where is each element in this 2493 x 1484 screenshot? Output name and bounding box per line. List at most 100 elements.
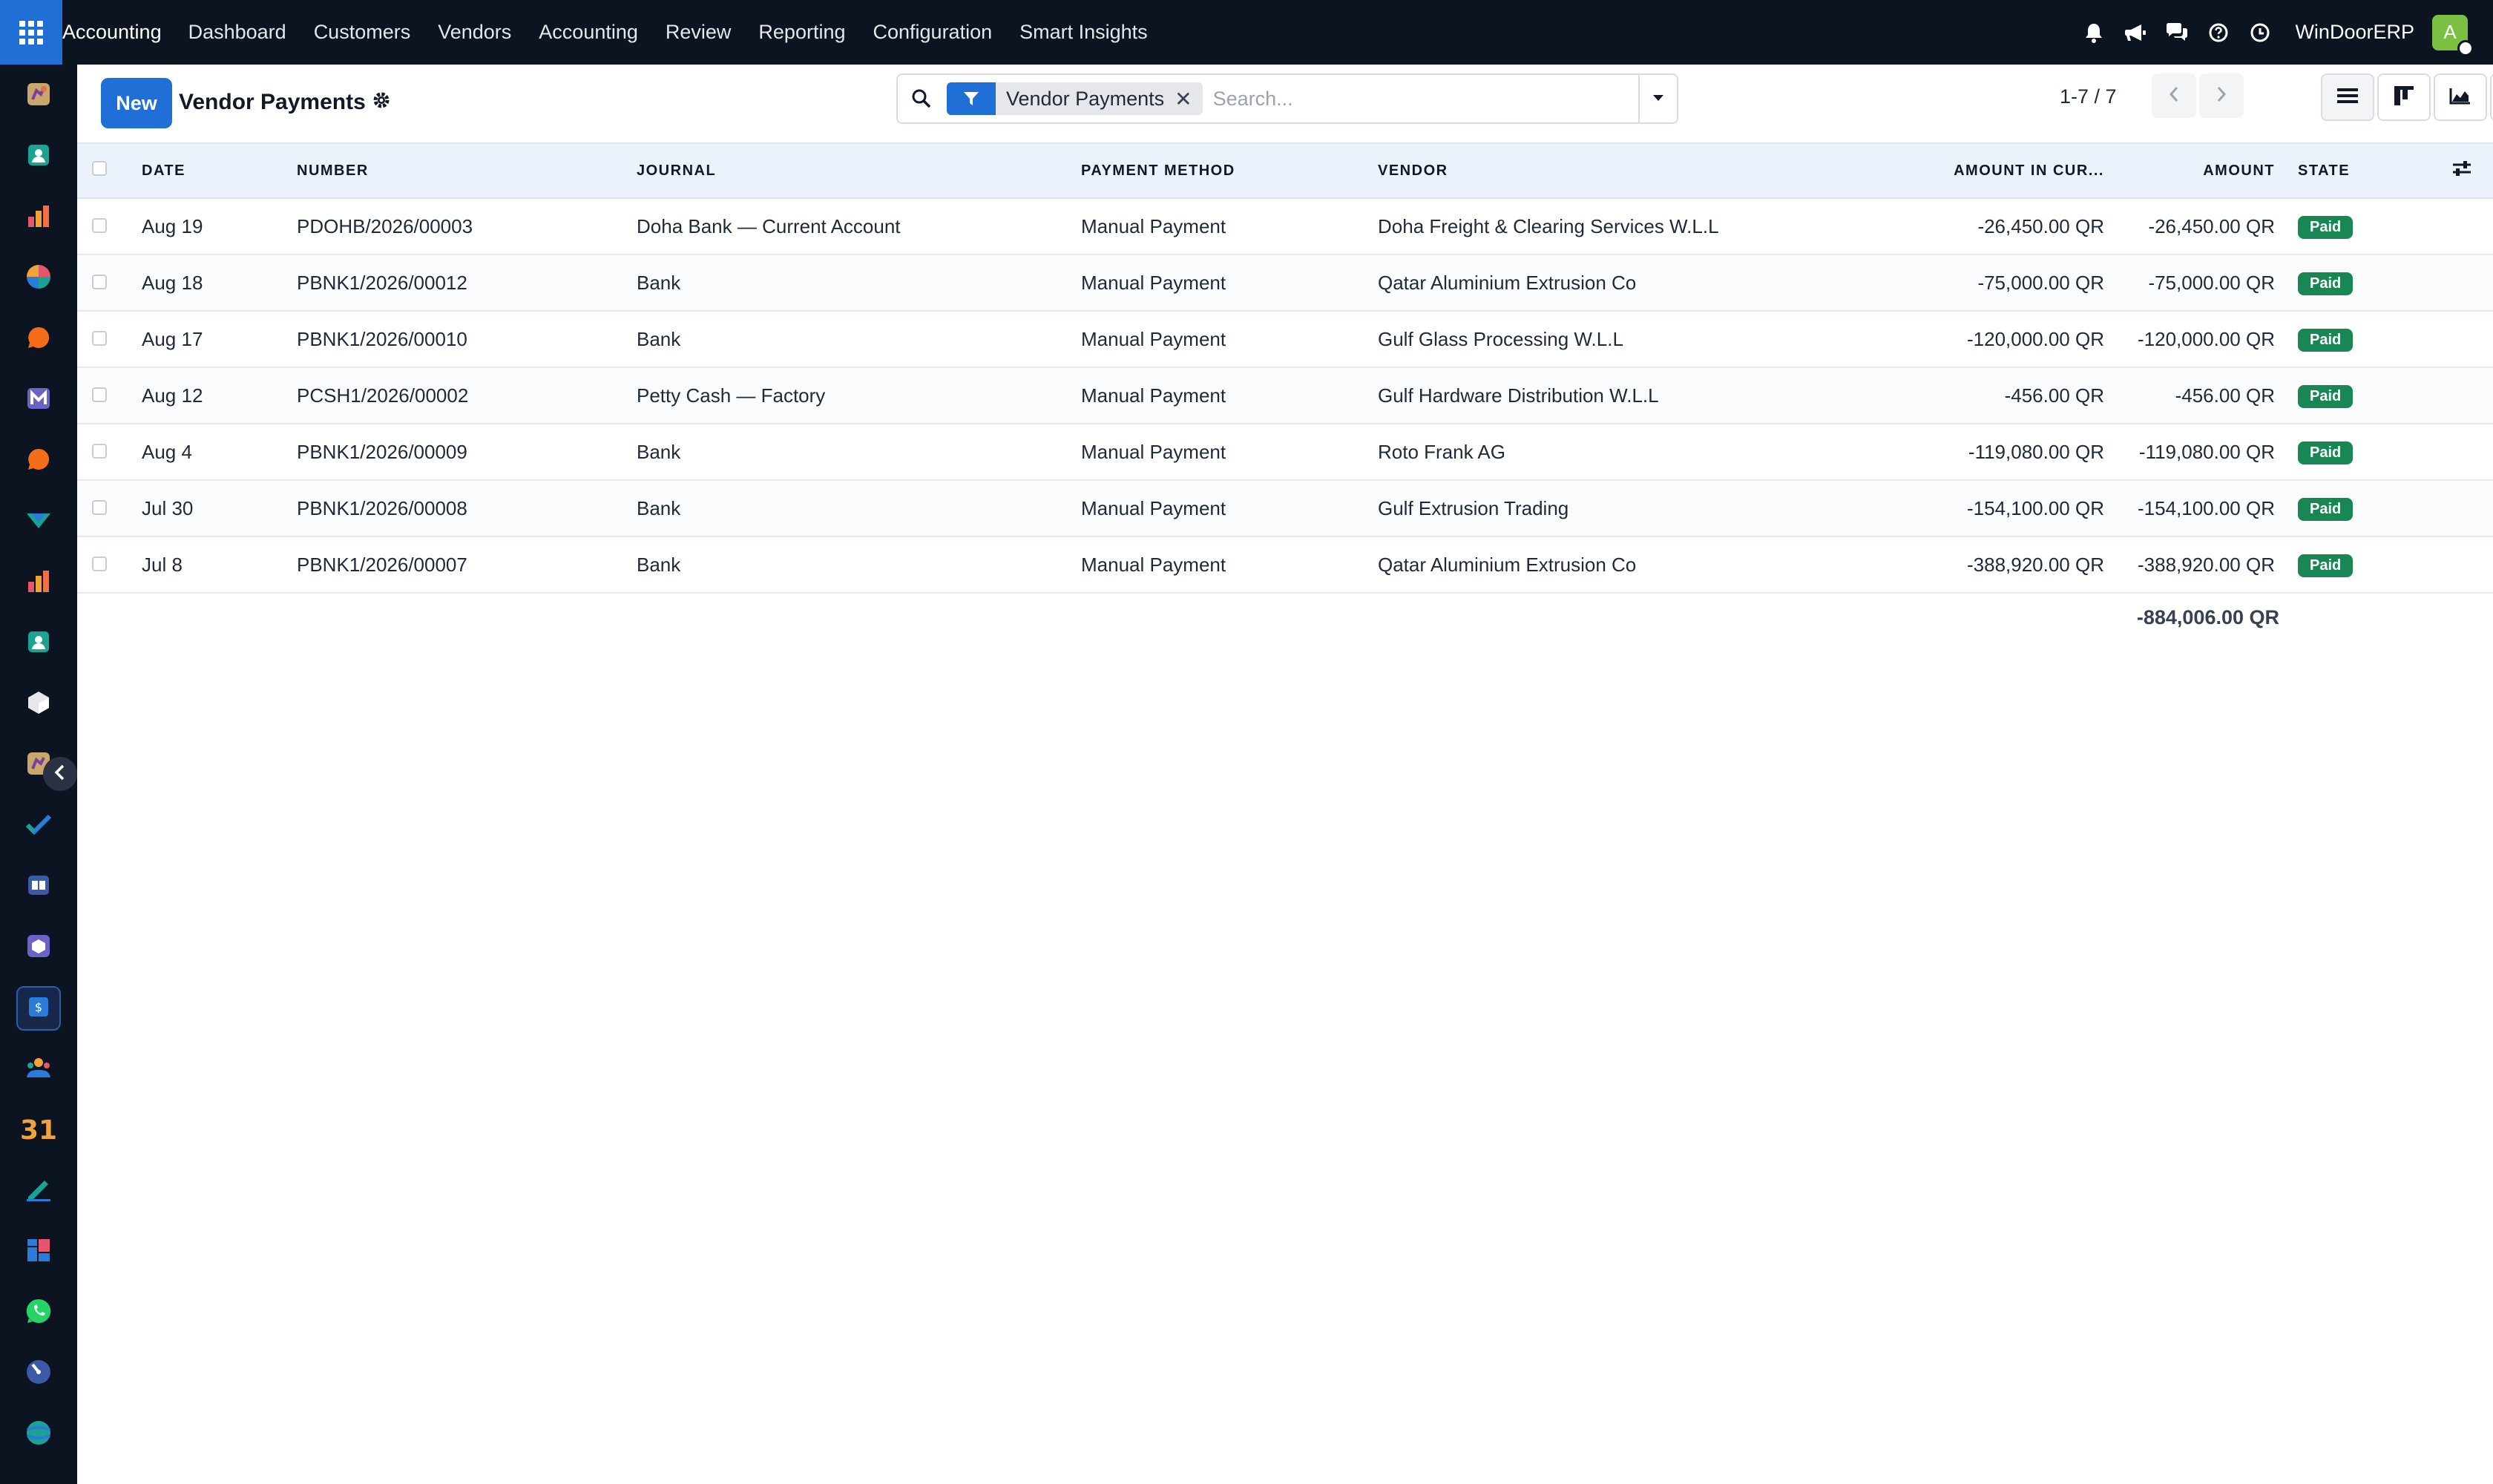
table-row[interactable]: Jul 8 PBNK1/2026/00007 Bank Manual Payment Q… [77, 536, 2493, 593]
cell-date: Aug 18 [142, 271, 203, 294]
menu-item-review[interactable]: Review [666, 21, 732, 44]
sidebar-app-analytics[interactable] [16, 256, 61, 301]
gear-icon[interactable] [372, 91, 390, 113]
search-options-toggle[interactable] [1638, 75, 1677, 122]
website-icon [25, 1419, 52, 1450]
project-check-icon [25, 813, 52, 839]
sidebar-app-discuss[interactable] [16, 73, 61, 118]
sidebar-app-routing[interactable] [16, 499, 61, 544]
status-badge: Paid [2298, 441, 2354, 464]
menu-item-accounting[interactable]: Accounting [539, 21, 638, 44]
menu-item-vendors[interactable]: Vendors [438, 21, 511, 44]
search-bar: Vendor Payments ✕ [896, 73, 1678, 124]
table-row[interactable]: Aug 4 PBNK1/2026/00009 Bank Manual Payment R… [77, 424, 2493, 480]
pager-value[interactable]: 1-7 / 7 [2060, 85, 2117, 108]
kanban-view-button[interactable] [2377, 73, 2431, 121]
table-row[interactable]: Jul 30 PBNK1/2026/00008 Bank Manual Payment… [77, 480, 2493, 536]
column-header-payment-method[interactable]: Payment Method [1081, 142, 1378, 199]
clock-icon[interactable] [2247, 20, 2273, 45]
table-row[interactable]: Aug 12 PCSH1/2026/00002 Petty Cash — Facto… [77, 367, 2493, 424]
row-checkbox[interactable] [92, 387, 107, 402]
sidebar-app-timesheet[interactable] [16, 1351, 61, 1396]
row-checkbox[interactable] [92, 274, 107, 289]
app-switcher-button[interactable] [0, 0, 62, 65]
row-checkbox-cell[interactable] [77, 536, 142, 593]
sidebar-app-inventory[interactable] [16, 682, 61, 726]
megaphone-icon[interactable] [2123, 20, 2148, 45]
column-header-amount[interactable]: Amount [2104, 142, 2284, 199]
menu-item-dashboard[interactable]: Dashboard [188, 21, 286, 44]
row-checkbox-cell[interactable] [77, 255, 142, 311]
sidebar-app-sign[interactable] [16, 1169, 61, 1213]
help-icon[interactable] [2206, 20, 2231, 45]
select-all-checkbox-cell[interactable] [77, 142, 142, 199]
menu-item-customers[interactable]: Customers [314, 21, 411, 44]
sidebar-app-dashboards[interactable] [16, 1229, 61, 1274]
avatar[interactable]: A [2432, 14, 2474, 56]
list-view-button[interactable] [2321, 73, 2374, 121]
row-checkbox-cell[interactable] [77, 424, 142, 480]
bell-icon[interactable] [2081, 20, 2106, 45]
table-row[interactable]: Aug 19 PDOHB/2026/00003 Doha Bank — Curren… [77, 198, 2493, 255]
sidebar-app-whatsapp[interactable] [16, 1290, 61, 1335]
sidebar-app-chat[interactable] [16, 317, 61, 361]
cell-state: Paid [2284, 480, 2451, 536]
search-input[interactable] [1212, 87, 1614, 111]
column-header-vendor[interactable]: Vendor [1378, 142, 1925, 199]
menu-item-smart-insights[interactable]: Smart Insights [1019, 21, 1148, 44]
row-checkbox[interactable] [92, 217, 107, 233]
activity-view-button[interactable] [2490, 73, 2493, 121]
pager-previous-button[interactable] [2152, 73, 2196, 118]
sidebar-app-employees-directory[interactable] [16, 621, 61, 666]
graph-view-button[interactable] [2434, 73, 2487, 121]
column-header-journal[interactable]: Journal [637, 142, 1081, 199]
column-header-number[interactable]: Number [297, 142, 637, 199]
sidebar-app-reporting[interactable] [16, 195, 61, 240]
column-header-date[interactable]: Date [142, 142, 297, 199]
sidebar-app-contacts[interactable] [16, 134, 61, 179]
main-menu: Dashboard Customers Vendors Accounting R… [188, 21, 1175, 44]
sidebar-app-employees[interactable] [16, 1047, 61, 1091]
search-icon[interactable] [898, 75, 945, 122]
column-header-state[interactable]: State [2284, 142, 2451, 199]
select-all-checkbox[interactable] [92, 161, 107, 176]
chat-icon[interactable] [2164, 20, 2190, 45]
table-row[interactable]: Aug 17 PBNK1/2026/00010 Bank Manual Payment… [77, 311, 2493, 367]
cell-payment-method: Manual Payment [1081, 327, 1226, 350]
status-badge: Paid [2298, 554, 2354, 577]
cell-state: Paid [2284, 536, 2451, 593]
company-name[interactable]: WinDoorERP [2295, 21, 2414, 44]
discuss-icon [26, 82, 51, 111]
row-checkbox-cell[interactable] [77, 311, 142, 367]
menu-item-configuration[interactable]: Configuration [873, 21, 993, 44]
row-checkbox[interactable] [92, 499, 107, 515]
table-row[interactable]: Aug 18 PBNK1/2026/00012 Bank Manual Payment… [77, 255, 2493, 311]
row-checkbox-cell[interactable] [77, 367, 142, 424]
row-checkbox-cell[interactable] [77, 198, 142, 255]
pager-next-button[interactable] [2199, 73, 2244, 118]
cell-vendor: Gulf Hardware Distribution W.L.L [1378, 384, 1659, 407]
menu-item-reporting[interactable]: Reporting [758, 21, 845, 44]
sidebar-app-sales-report[interactable] [16, 560, 61, 605]
close-icon[interactable]: ✕ [1175, 87, 1202, 111]
row-checkbox[interactable] [92, 556, 107, 571]
sidebar-app-project[interactable] [16, 804, 61, 848]
row-checkbox-cell[interactable] [77, 480, 142, 536]
column-header-amount-currency[interactable]: Amount in Cur... [1925, 142, 2104, 199]
sidebar-app-packages[interactable] [16, 925, 61, 970]
app-name[interactable]: Accounting [62, 21, 162, 44]
sidebar-collapse-button[interactable] [43, 757, 77, 791]
sidebar-app-knowledge[interactable] [16, 864, 61, 909]
optional-columns-toggle[interactable] [2451, 142, 2493, 199]
sidebar-app-livechat[interactable] [16, 439, 61, 483]
row-checkbox[interactable] [92, 443, 107, 459]
sidebar-app-website[interactable] [16, 1412, 61, 1457]
kanban-icon [2394, 85, 2414, 109]
row-checkbox[interactable] [92, 330, 107, 346]
page-title: Vendor Payments [179, 90, 366, 114]
sidebar-app-mail[interactable] [16, 378, 61, 422]
new-button[interactable]: New [101, 78, 172, 128]
sidebar-app-accounting[interactable]: $ [16, 986, 61, 1031]
sidebar-app-calendar[interactable]: 31 [16, 1108, 61, 1152]
row-spacer [2451, 311, 2493, 367]
